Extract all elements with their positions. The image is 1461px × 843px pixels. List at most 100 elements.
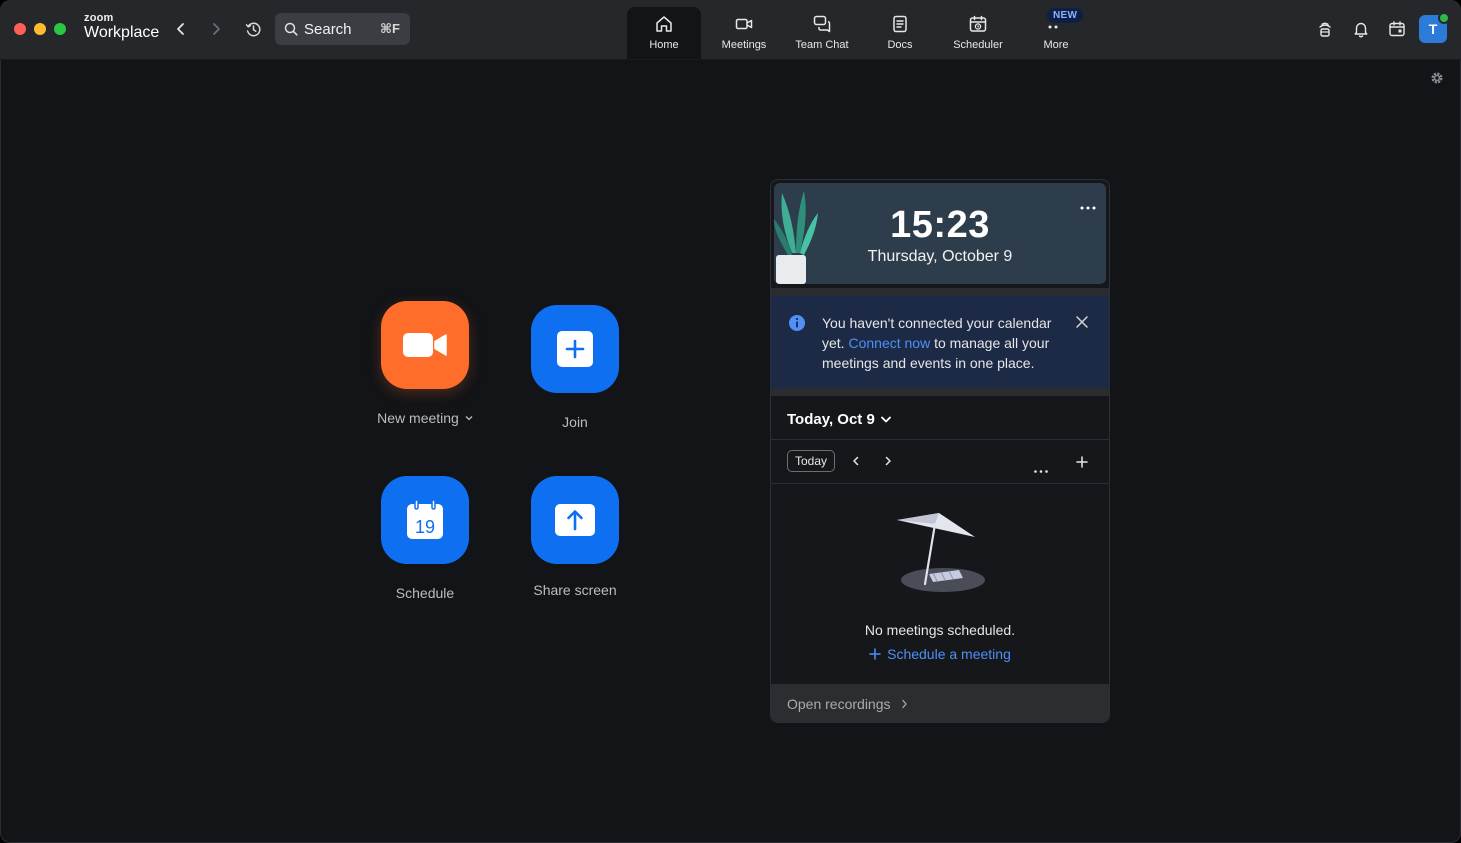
- close-icon[interactable]: [1076, 316, 1088, 328]
- notifications-button[interactable]: [1343, 14, 1379, 44]
- tab-team-chat-label: Team Chat: [795, 39, 849, 51]
- tab-home-label: Home: [649, 39, 679, 51]
- separator: [771, 288, 1109, 296]
- day-heading: Today, Oct 9: [787, 411, 875, 428]
- chevron-left-icon: [853, 456, 859, 466]
- schedule-label: Schedule: [395, 585, 455, 601]
- chat-icon: [813, 15, 831, 33]
- tab-team-chat[interactable]: Team Chat: [783, 7, 861, 59]
- settings-button[interactable]: [1430, 71, 1444, 90]
- chevron-down-icon: [880, 416, 891, 423]
- titlebar-right-icons: T: [1307, 12, 1450, 44]
- plus-icon: [869, 648, 881, 660]
- bell-icon: [1354, 22, 1368, 38]
- schedule-action[interactable]: 19 Schedule: [350, 476, 500, 601]
- day-selector[interactable]: Today, Oct 9: [787, 411, 891, 428]
- separator: [771, 388, 1109, 396]
- tab-meetings[interactable]: Meetings: [705, 7, 783, 59]
- calendar-button[interactable]: [1379, 14, 1415, 44]
- divider: [771, 483, 1109, 484]
- today-button[interactable]: Today: [787, 450, 835, 472]
- clock-time: 15:23: [890, 204, 990, 246]
- phone-status-button[interactable]: [1307, 14, 1343, 44]
- history-icon: [245, 22, 261, 36]
- scheduler-icon: [969, 15, 987, 32]
- schedule-meeting-text: Schedule a meeting: [887, 646, 1011, 662]
- title-bar: zoom Workplace Search ⌘F Home Meetings T…: [0, 0, 1461, 60]
- open-recordings-link[interactable]: Open recordings: [771, 684, 1109, 722]
- chevron-right-icon: [901, 699, 907, 709]
- search-label: Search: [304, 20, 352, 38]
- new-badge: NEW: [1047, 8, 1084, 23]
- search-shortcut: ⌘F: [379, 21, 400, 36]
- calendar-icon: 19: [407, 500, 443, 539]
- clock-panel: 15:23 Thursday, October 9: [774, 183, 1106, 284]
- tab-docs-label: Docs: [887, 39, 913, 51]
- no-meetings-text: No meetings scheduled.: [864, 622, 1016, 638]
- tab-scheduler[interactable]: Scheduler: [939, 7, 1017, 59]
- share-screen-label: Share screen: [533, 582, 617, 598]
- search-icon: [284, 22, 298, 36]
- more-horizontal-icon: [1034, 470, 1048, 473]
- share-up-arrow-icon: [555, 504, 595, 536]
- new-meeting-text: New meeting: [377, 410, 459, 426]
- home-icon: [656, 16, 672, 32]
- zoom-window-button[interactable]: [54, 23, 66, 35]
- zoom-window: zoom Workplace Search ⌘F Home Meetings T…: [0, 0, 1461, 843]
- schedule-meeting-link[interactable]: Schedule a meeting: [771, 646, 1109, 662]
- avatar[interactable]: T: [1419, 12, 1450, 43]
- beach-umbrella-illustration: [897, 513, 985, 592]
- avatar-initial: T: [1428, 21, 1438, 37]
- plus-icon: [557, 331, 593, 367]
- tab-meetings-label: Meetings: [721, 39, 767, 51]
- connect-now-link[interactable]: Connect now: [848, 335, 930, 351]
- brand-small-text: zoom: [84, 12, 114, 24]
- next-day-button[interactable]: [883, 454, 893, 473]
- chevron-right-icon: [213, 23, 220, 35]
- tab-more-label: More: [1043, 39, 1069, 51]
- share-screen-button[interactable]: [531, 476, 619, 564]
- join-action[interactable]: Join: [500, 305, 650, 430]
- search-box[interactable]: Search ⌘F: [275, 13, 410, 45]
- add-event-button[interactable]: [1076, 455, 1088, 473]
- tab-scheduler-label: Scheduler: [953, 39, 1003, 51]
- calendar-connect-notice: You haven't connected your calendar yet.…: [771, 296, 1109, 388]
- schedule-button[interactable]: 19: [381, 476, 469, 564]
- online-status-dot: [1438, 12, 1450, 24]
- share-screen-action[interactable]: Share screen: [500, 476, 650, 598]
- video-icon: [735, 18, 753, 30]
- brand-large-text: Workplace: [84, 24, 160, 41]
- forward-button[interactable]: [207, 20, 225, 38]
- chevron-right-icon: [885, 456, 891, 466]
- zoom-workplace-logo: zoom Workplace: [84, 13, 159, 41]
- history-button[interactable]: [244, 20, 262, 38]
- tab-docs[interactable]: Docs: [861, 7, 939, 59]
- new-meeting-button[interactable]: [381, 301, 469, 389]
- calendar-day-number: 19: [415, 517, 435, 537]
- more-horizontal-icon: [1080, 206, 1096, 210]
- video-camera-icon: [403, 333, 447, 357]
- minimize-window-button[interactable]: [34, 23, 46, 35]
- calendar-options-button[interactable]: [1034, 460, 1048, 478]
- gear-icon: [1431, 72, 1443, 84]
- clock-date: Thursday, October 9: [867, 248, 1013, 265]
- main-tabs: Home Meetings Team Chat Docs Scheduler N…: [627, 7, 1095, 59]
- wireless-phone-icon: [1319, 22, 1331, 37]
- clock-more-button[interactable]: [1080, 197, 1096, 215]
- new-meeting-action[interactable]: New meeting: [350, 301, 500, 426]
- chevron-down-icon: [465, 416, 473, 421]
- tab-home[interactable]: Home: [627, 7, 701, 59]
- close-window-button[interactable]: [14, 23, 26, 35]
- join-button[interactable]: [531, 305, 619, 393]
- divider: [771, 439, 1109, 440]
- previous-day-button[interactable]: [851, 454, 861, 473]
- plus-icon: [1076, 456, 1088, 468]
- calendar-widget: 15:23 Thursday, October 9 You haven't co…: [770, 179, 1110, 723]
- open-recordings-text: Open recordings: [787, 696, 891, 712]
- tab-more[interactable]: NEW More: [1017, 7, 1095, 59]
- new-meeting-label[interactable]: New meeting: [377, 410, 473, 426]
- calendar-outline-icon: [1389, 21, 1405, 37]
- join-label: Join: [562, 414, 588, 430]
- back-button[interactable]: [172, 20, 190, 38]
- docs-icon: [893, 15, 907, 33]
